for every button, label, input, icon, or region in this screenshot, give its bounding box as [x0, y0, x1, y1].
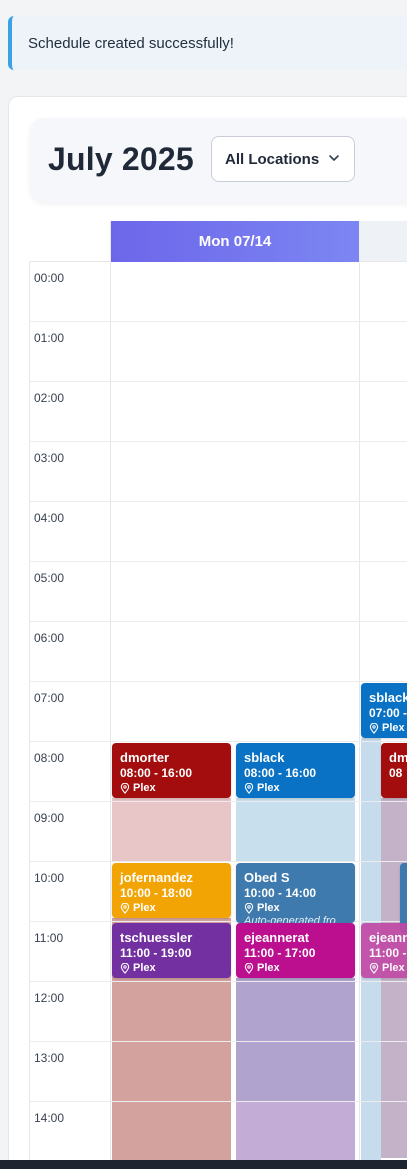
shift-event[interactable]: ejeann 11:00 - Plex: [361, 923, 407, 978]
shift-location: Plex: [369, 961, 407, 975]
shift-location: Plex: [244, 781, 355, 795]
shift-location-label: Plex: [133, 962, 156, 974]
shift-event[interactable]: jofernandez 10:00 - 18:00 Plex: [112, 863, 231, 918]
location-pin-icon: [244, 782, 254, 794]
hour-label: 07:00: [34, 691, 65, 705]
day-header-mon[interactable]: Mon 07/14: [111, 221, 359, 262]
location-pin-icon: [244, 902, 254, 914]
hour-label: 05:00: [34, 571, 65, 585]
hour-row: 09:00: [29, 802, 407, 862]
location-select-value: All Locations: [225, 150, 320, 168]
location-pin-icon: [120, 962, 130, 974]
shift-location-label: Plex: [257, 782, 280, 794]
hour-label: 06:00: [34, 631, 65, 645]
shift-location-label: Plex: [382, 722, 405, 734]
location-pin-icon: [120, 902, 130, 914]
shift-event[interactable]: dmorter 08:00 - 16:00 Plex: [112, 743, 231, 798]
success-alert: Schedule created successfully!: [8, 16, 407, 70]
hour-label: 02:00: [34, 391, 65, 405]
hour-label: 13:00: [34, 1051, 65, 1065]
shift-location-label: Plex: [257, 902, 280, 914]
shift-location: Plex: [120, 781, 231, 795]
hour-label: 04:00: [34, 511, 65, 525]
hour-row: 05:00: [29, 562, 407, 622]
shift-event[interactable]: ejeannerat 11:00 - 17:00 Plex: [236, 923, 355, 978]
shift-time: 10:00 - 18:00: [120, 886, 193, 900]
shift-event[interactable]: Obed S 10:00 - 14:00 Plex Auto-generated…: [236, 863, 355, 923]
shift-location: Plex: [244, 901, 355, 915]
shift-user: Obed S: [244, 870, 290, 885]
shift-user: ejeannerat: [244, 930, 310, 945]
shift-user: sblack: [369, 690, 407, 705]
shift-event[interactable]: dm 08: [381, 743, 407, 798]
shift-location: Plex: [120, 901, 231, 915]
month-title: July 2025: [48, 141, 194, 177]
shift-time: 08: [389, 766, 403, 780]
shift-location: Plex: [244, 961, 355, 975]
chevron-down-icon: [329, 155, 339, 161]
hour-label: 01:00: [34, 331, 65, 345]
page: Schedule created successfully! July 2025…: [0, 0, 407, 1169]
hour-row: 07:00: [29, 682, 407, 742]
hour-label: 00:00: [34, 271, 65, 285]
shift-time: 11:00 -: [369, 946, 407, 960]
shift-time: 11:00 - 19:00: [120, 946, 192, 960]
location-pin-icon: [369, 722, 379, 734]
hour-row: 13:00: [29, 1042, 407, 1102]
hour-row: 04:00: [29, 502, 407, 562]
day-header-next[interactable]: [359, 221, 407, 262]
shift-event[interactable]: sblack 07:00 - Plex: [361, 683, 407, 738]
hour-label: 08:00: [34, 751, 65, 765]
hour-row: 02:00: [29, 382, 407, 442]
shift-time: 08:00 - 16:00: [120, 766, 193, 780]
shift-time: 11:00 - 17:00: [244, 946, 316, 960]
location-pin-icon: [369, 962, 379, 974]
hour-row: 00:00: [29, 262, 407, 322]
shift-user: jofernandez: [120, 870, 193, 885]
shift-location-label: Plex: [133, 902, 156, 914]
shift-user: ejeann: [369, 930, 407, 945]
shift-location: Plex: [120, 961, 231, 975]
time-column-header: [29, 221, 111, 262]
hour-label: 14:00: [34, 1111, 65, 1125]
hour-label: 11:00: [34, 931, 64, 945]
shift-time: 08:00 - 16:00: [244, 766, 317, 780]
hour-label: 09:00: [34, 811, 65, 825]
shift-user: tschuessler: [120, 930, 193, 945]
day-header-label: Mon 07/14: [198, 233, 272, 250]
hour-row: 14:00: [29, 1102, 407, 1162]
shift-location-label: Plex: [382, 962, 405, 974]
shift-location: Plex: [369, 721, 407, 735]
shift-location-label: Plex: [257, 962, 280, 974]
hour-label: 10:00: [34, 871, 65, 885]
taskbar-strip: [0, 1160, 407, 1169]
shift-location-label: Plex: [133, 782, 156, 794]
shift-event[interactable]: tschuessler 11:00 - 19:00 Plex: [112, 923, 231, 978]
shift-note: Auto-generated fro: [244, 915, 336, 923]
shift-time: 07:00 -: [369, 706, 407, 720]
location-select[interactable]: All Locations: [211, 136, 355, 182]
alert-message: Schedule created successfully!: [28, 34, 234, 52]
shift-time: 10:00 - 14:00: [244, 886, 317, 900]
hour-row: 06:00: [29, 622, 407, 682]
location-pin-icon: [244, 962, 254, 974]
shift-user: dm: [389, 750, 407, 765]
hour-label: 12:00: [34, 991, 65, 1005]
hour-row: 03:00: [29, 442, 407, 502]
shift-user: dmorter: [120, 750, 170, 765]
location-pin-icon: [120, 782, 130, 794]
hour-label: 03:00: [34, 451, 65, 465]
shift-event[interactable]: sblack 08:00 - 16:00 Plex: [236, 743, 355, 798]
shift-user: sblack: [244, 750, 285, 765]
hour-row: 12:00: [29, 982, 407, 1042]
hour-row: 01:00: [29, 322, 407, 382]
